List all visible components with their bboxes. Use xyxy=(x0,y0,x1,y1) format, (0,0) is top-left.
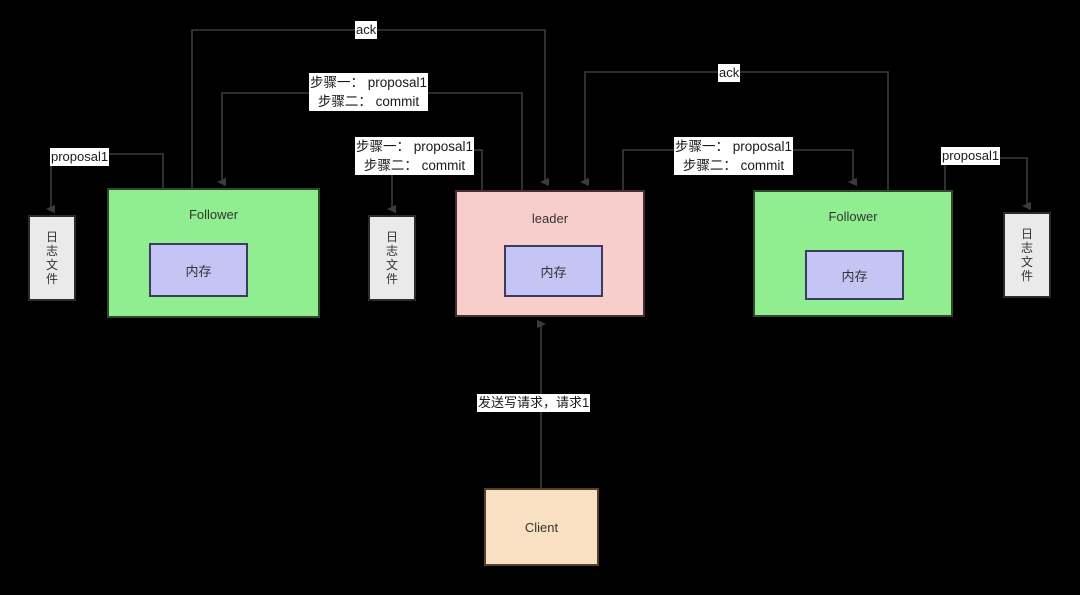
memory-follower-right[interactable]: 内存 xyxy=(805,250,904,300)
edge-label-client-request: 发送写请求，请求1 xyxy=(477,394,591,412)
edge-label-ack-right: ack xyxy=(718,64,741,82)
node-logfile-left[interactable]: 日 志 文 件 xyxy=(28,215,76,301)
memory-leader-label: 内存 xyxy=(540,264,567,280)
memory-follower-right-label: 内存 xyxy=(841,268,868,284)
logfile-right-line-3: 文 xyxy=(1020,255,1033,269)
leader-label: leader xyxy=(531,211,569,226)
edge-label-proposal-left: proposal1 xyxy=(50,148,110,166)
follower-left-label: Follower xyxy=(188,207,239,222)
follower-right-label: Follower xyxy=(828,209,878,224)
edge-label-steps-logfile-center: 步骤一： proposal1 步骤二： commit xyxy=(355,137,475,176)
node-logfile-center[interactable]: 日 志 文 件 xyxy=(368,215,416,301)
logfile-center-label: 日 志 文 件 xyxy=(386,230,398,287)
logfile-right-label: 日 志 文 件 xyxy=(1021,227,1033,284)
diagram-canvas: Follower 内存 leader 内存 Follower 内存 日 志 文 … xyxy=(0,0,1080,595)
memory-follower-left[interactable]: 内存 xyxy=(149,243,248,297)
client-label: Client xyxy=(524,519,559,535)
logfile-center-line-4: 件 xyxy=(385,272,398,287)
logfile-left-line-1: 日 xyxy=(45,229,58,244)
logfile-center-line-1: 日 xyxy=(385,229,398,244)
logfile-right-line-2: 志 xyxy=(1020,240,1033,255)
logfile-left-line-3: 文 xyxy=(45,258,58,272)
memory-follower-left-label: 内存 xyxy=(185,263,212,279)
logfile-right-line-4: 件 xyxy=(1020,269,1033,284)
logfile-center-line-3: 文 xyxy=(385,258,398,272)
logfile-left-label: 日 志 文 件 xyxy=(46,230,58,287)
logfile-right-line-1: 日 xyxy=(1020,226,1033,241)
edge-label-steps-follower-right: 步骤一： proposal1 步骤二： commit xyxy=(674,137,794,176)
node-client[interactable]: Client xyxy=(484,488,599,566)
node-logfile-right[interactable]: 日 志 文 件 xyxy=(1003,212,1051,298)
edge-label-ack-left: ack xyxy=(355,21,378,39)
logfile-left-line-4: 件 xyxy=(45,272,58,287)
logfile-center-line-2: 志 xyxy=(385,243,398,258)
edge-proposal-right xyxy=(944,157,1031,211)
memory-leader[interactable]: 内存 xyxy=(504,245,603,297)
edge-label-steps-follower-left: 步骤一： proposal1 步骤二： commit xyxy=(309,73,429,112)
logfile-left-line-2: 志 xyxy=(45,243,58,258)
edge-label-proposal-right: proposal1 xyxy=(941,147,1001,165)
